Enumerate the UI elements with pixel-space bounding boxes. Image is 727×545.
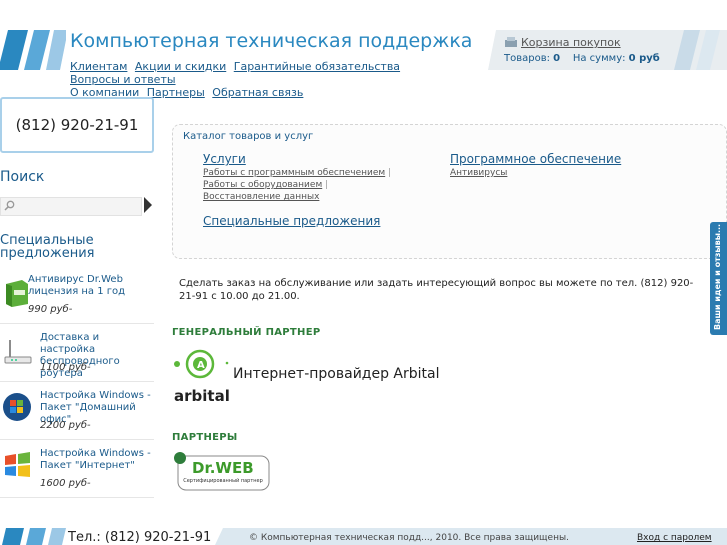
special-item[interactable]: Настройка Windows - Пакет "Интернет" 160…	[0, 448, 154, 498]
catalog-services: Услуги Работы с программным обеспечением…	[203, 153, 423, 203]
catalog-heading: Каталог товаров и услуг	[183, 131, 314, 142]
special-item-title[interactable]: Настройка Windows - Пакет "Интернет"	[40, 448, 154, 472]
windows-flag-icon	[5, 452, 30, 477]
footer-login-link[interactable]: Вход с паролем	[637, 533, 712, 543]
catalog-specials: Специальные предложения	[203, 215, 423, 229]
search-input[interactable]	[0, 197, 142, 216]
catalog-software-list: Антивирусы	[450, 167, 670, 179]
general-partner-name[interactable]: Интернет-провайдер Arbital	[233, 366, 440, 382]
nav-link-clients[interactable]: Клиентам	[70, 60, 127, 73]
nav-link-promotions[interactable]: Акции и скидки	[135, 60, 226, 73]
search-heading: Поиск	[0, 169, 45, 185]
search-icon	[4, 200, 15, 211]
special-item-price: 1600 руб-	[40, 478, 91, 489]
drweb-partner-logo[interactable]: Dr.WEB Сертифицированный партнер	[172, 450, 270, 491]
special-item[interactable]: Настройка Windows - Пакет "Домашний офис…	[0, 390, 154, 440]
catalog-subitem-hardware-work[interactable]: Работы с оборудованием	[203, 180, 322, 190]
nav-link-warranty[interactable]: Гарантийные обязательства	[234, 60, 400, 73]
cart-panel: Корзина покупок Товаров: 0 На сумму: 0 р…	[484, 30, 727, 70]
cart-sum-value: 0 руб	[628, 53, 660, 64]
cart-goods-count: 0	[553, 53, 561, 64]
nav-link-partners[interactable]: Партнеры	[147, 86, 205, 99]
catalog-services-link[interactable]: Услуги	[203, 153, 423, 165]
arbital-logo-text: arbital	[174, 387, 230, 405]
catalog-services-list: Работы с программным обеспечением | Рабо…	[203, 168, 392, 202]
site-title[interactable]: Компьютерная техническая поддержка	[70, 30, 472, 52]
windows-orb-icon	[3, 393, 31, 421]
router-icon	[4, 340, 32, 364]
special-item[interactable]: Доставка и настройка беспроводного роуте…	[0, 332, 154, 382]
arbital-logo[interactable]: A arbital	[172, 345, 232, 405]
cart-stats: Товаров: 0 На сумму: 0 руб	[504, 53, 660, 64]
catalog-specials-link[interactable]: Специальные предложения	[203, 215, 423, 227]
footer-stripes	[2, 528, 66, 545]
cart-link[interactable]: Корзина покупок	[521, 36, 621, 49]
order-info-text: Сделать заказ на обслуживание или задать…	[179, 278, 694, 302]
feedback-tab-label: Ваши идеи и отзывы...	[713, 223, 722, 330]
general-partner-heading: ГЕНЕРАЛЬНЫЙ ПАРТНЕР	[172, 327, 321, 338]
cart-sum-label: На сумму:	[572, 53, 626, 64]
special-item-price: 2200 руб-	[40, 420, 91, 431]
catalog-software-link[interactable]: Программное обеспечение	[450, 153, 670, 165]
svg-text:A: A	[197, 360, 205, 371]
page: Компьютерная техническая поддержка Клиен…	[0, 0, 727, 545]
search-submit-button[interactable]	[144, 197, 152, 213]
special-item-price: 990 руб-	[28, 304, 73, 315]
catalog-software: Программное обеспечение Антивирусы	[450, 153, 670, 179]
phone-box: (812) 920-21-91	[0, 97, 154, 153]
specials-heading: Специальные предложения	[0, 233, 95, 261]
footer-phone: Тел.: (812) 920-21-91	[68, 530, 212, 545]
cart-goods-label: Товаров:	[504, 53, 550, 64]
main-nav: Клиентам Акции и скидки Гарантийные обяз…	[70, 60, 470, 99]
drweb-logo-subtitle: Сертифицированный партнер	[183, 477, 263, 484]
catalog-subitem-data-recovery[interactable]: Восстановление данных	[203, 192, 319, 202]
catalog-subitem-software-work[interactable]: Работы с программным обеспечением	[203, 168, 385, 178]
logo-stripes	[0, 30, 66, 70]
special-item[interactable]: Антивирус Dr.Web лицензия на 1 год 990 р…	[0, 274, 154, 324]
special-item-price: 1100 руб-	[40, 362, 91, 373]
special-item-title[interactable]: Антивирус Dr.Web лицензия на 1 год	[28, 274, 142, 298]
drweb-logo-text: Dr.WEB	[192, 459, 254, 477]
partners-heading: ПАРТНЕРЫ	[172, 432, 238, 443]
catalog-subitem-antivirus[interactable]: Антивирусы	[450, 168, 507, 178]
cart-icon	[505, 37, 517, 47]
catalog-panel: Каталог товаров и услуг Услуги Работы с …	[172, 124, 727, 259]
nav-link-feedback[interactable]: Обратная связь	[212, 86, 303, 99]
nav-link-faq[interactable]: Вопросы и ответы	[70, 73, 176, 86]
feedback-tab[interactable]: Ваши идеи и отзывы...	[710, 222, 727, 335]
footer-copyright: © Компьютерная техническая подд..., 2010…	[249, 533, 569, 543]
